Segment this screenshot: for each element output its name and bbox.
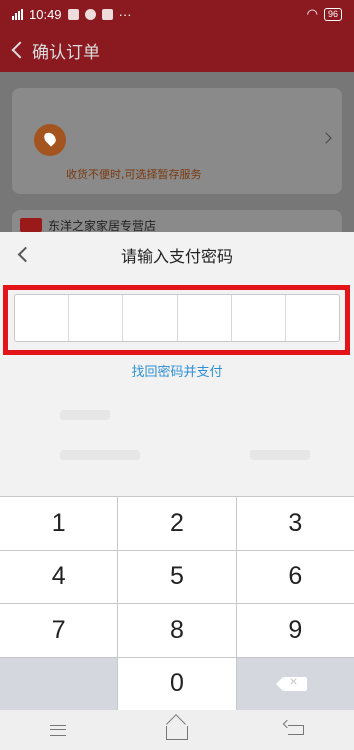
battery-icon: 96 (323, 7, 342, 21)
key-9[interactable]: 9 (236, 604, 354, 657)
key-5[interactable]: 5 (118, 550, 236, 603)
payment-sheet: 请输入支付密码 找回密码并支付 (0, 232, 354, 496)
home-icon[interactable] (166, 726, 188, 740)
address-card[interactable]: 收货不便时,可选择暂存服务 (12, 88, 342, 194)
key-1[interactable]: 1 (0, 497, 118, 550)
key-blank (0, 657, 118, 710)
status-bar: 10:49 ··· ◠ 96 (0, 0, 354, 28)
pin-cell[interactable] (286, 295, 339, 341)
notification-icon (67, 8, 79, 20)
pin-cell[interactable] (69, 295, 124, 341)
delete-button[interactable] (236, 657, 354, 710)
message-icon (84, 8, 96, 20)
app-icon (101, 8, 113, 20)
tmall-icon (20, 218, 42, 232)
sheet-background (0, 402, 354, 492)
key-7[interactable]: 7 (0, 604, 118, 657)
back-icon[interactable] (17, 246, 34, 263)
page-title: 确认订单 (32, 42, 100, 63)
pin-cell[interactable] (178, 295, 232, 341)
key-8[interactable]: 8 (118, 604, 236, 657)
key-6[interactable]: 6 (236, 550, 354, 603)
app-header: 确认订单 (0, 28, 354, 72)
menu-icon[interactable] (50, 724, 66, 736)
key-2[interactable]: 2 (118, 497, 236, 550)
status-time: 10:49 (29, 6, 62, 22)
order-page: 收货不便时,可选择暂存服务 东洋之家家居专营店 (0, 72, 354, 240)
pin-cell[interactable] (123, 295, 178, 341)
pin-cell[interactable] (232, 295, 286, 341)
back-nav-icon[interactable] (288, 725, 304, 735)
location-icon (34, 124, 66, 156)
back-icon[interactable] (11, 41, 29, 59)
password-input[interactable] (14, 294, 340, 342)
signal-icon (12, 8, 23, 20)
chevron-right-icon (320, 132, 332, 144)
payment-title: 请输入支付密码 (120, 247, 233, 266)
key-4[interactable]: 4 (0, 550, 118, 603)
key-3[interactable]: 3 (236, 497, 354, 550)
shop-name: 东洋之家家居专营店 (48, 218, 157, 233)
forgot-password-link[interactable]: 找回密码并支付 (0, 361, 354, 380)
pin-cell[interactable] (15, 295, 70, 341)
payment-title-bar: 请输入支付密码 (0, 232, 354, 278)
more-icon: ··· (118, 6, 132, 22)
key-0[interactable]: 0 (118, 657, 236, 710)
backspace-icon (276, 673, 308, 691)
wifi-icon: ◠ (306, 6, 318, 21)
address-note: 收货不便时,可选择暂存服务 (66, 168, 202, 181)
system-nav-bar (0, 710, 354, 750)
numeric-keypad: 1 2 3 4 5 6 7 8 9 0 (0, 496, 354, 710)
